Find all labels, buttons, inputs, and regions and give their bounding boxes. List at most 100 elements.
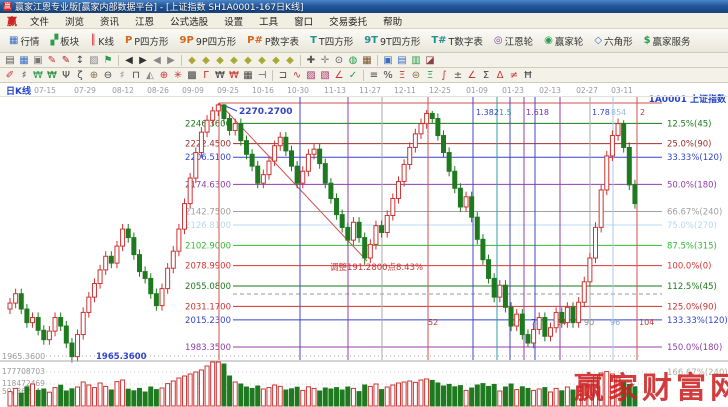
draw-tool-icon-37[interactable]: ≠ [507,69,521,82]
draw-tool-icon-24[interactable]: ∠ [332,69,346,82]
menu-item-0[interactable]: 文件 [22,13,57,29]
draw-tool-icon-4[interactable]: Ψ [59,69,73,82]
menu-item-7[interactable]: 窗口 [286,13,321,29]
draw-tool-icon-4[interactable]: ✎ [59,54,73,67]
draw-tool-icon-32[interactable]: ∫ [437,69,451,82]
menu-item-5[interactable]: 设置 [216,13,251,29]
draw-tool-icon-3[interactable]: ₩ [45,69,59,82]
draw-tool-icon-26[interactable]: ◍ [346,54,360,67]
draw-tool-icon-19[interactable]: ◆ [255,54,269,67]
menu-item-8[interactable]: 交易委托 [321,13,375,29]
draw-tool-icon-12[interactable]: ▶ [164,54,178,67]
draw-tool-icon-11[interactable]: ◀ [150,54,164,67]
draw-tool-icon-14[interactable]: ◆ [185,54,199,67]
draw-tool-icon-13[interactable]: ▩ [185,69,199,82]
draw-tool-icon-20[interactable]: ◆ [269,54,283,67]
draw-tool-icon-30[interactable]: ⊜ [409,69,423,82]
draw-tool-icon-36[interactable]: Δ [493,69,507,82]
toolbar-button-8[interactable]: T#T数字表 [426,31,488,51]
candle-body [458,188,462,207]
draw-tool-icon-2[interactable]: ₩ [31,69,45,82]
draw-tool-icon-27[interactable]: ≡ [367,69,381,82]
draw-tool-icon-16[interactable]: ◆ [213,54,227,67]
draw-tool-icon-34[interactable]: ∠ [465,69,479,82]
draw-tool-icon-2[interactable]: ▣ [31,54,45,67]
toolbar-button-6[interactable]: TT四方形 [305,31,358,51]
draw-tool-icon-32[interactable]: ◪ [423,54,437,67]
fib-ratio-label: 1.618 [526,108,549,117]
toolbar-button-11[interactable]: ◇六角形 [589,31,637,51]
draw-tool-icon-16[interactable]: ₩ [227,69,241,82]
draw-tool-icon-0[interactable]: ▤ [3,54,17,67]
volume-bar [548,392,552,406]
draw-tool-icon-1[interactable]: ♯ [17,69,31,82]
draw-tool-icon-10[interactable]: ▶ [136,54,150,67]
draw-tool-icon-18[interactable]: ⊣ [255,69,269,82]
draw-tool-icon-25[interactable]: ✓ [346,69,360,82]
window-titlebar[interactable]: 赢 赢家江恩专业版[赢家内部数据平台] - [上证指数 SH1A0001-167… [0,0,728,13]
menu-item-3[interactable]: 江恩 [127,13,162,29]
draw-tool-icon-6[interactable]: ⊕ [87,69,101,82]
draw-tool-icon-23[interactable]: ✚ [304,54,318,67]
draw-tool-icon-10[interactable]: ◭ [143,69,157,82]
draw-tool-icon-30[interactable]: ▤ [395,54,409,67]
draw-tool-icon-9[interactable]: ⊓ [129,69,143,82]
draw-tool-icon-31[interactable]: ▥ [409,54,423,67]
draw-tool-icon-20[interactable]: ⊐ [276,69,290,82]
volume-bar [14,388,18,406]
draw-tool-icon-8[interactable]: ♯ [115,69,129,82]
draw-tool-icon-7[interactable]: ⊖ [101,69,115,82]
menu-item-6[interactable]: 工具 [251,13,286,29]
candlestick-chart[interactable]: 07-1507-2908-1208-2609-0909-2510-1610-30… [0,83,728,407]
toolbar-button-7[interactable]: 9T9T四方形 [359,31,425,51]
toolbar-button-12[interactable]: $赢家服务 [639,31,696,51]
draw-tool-icon-15[interactable]: ₩ [213,69,227,82]
draw-tool-icon-1[interactable]: ▦ [17,54,31,67]
draw-tool-icon-28[interactable]: % [381,69,395,82]
draw-tool-icon-27[interactable]: ▦ [360,54,374,67]
draw-tool-icon-31[interactable]: Ξ [423,69,437,82]
draw-tool-icon-33[interactable]: ± [451,69,465,82]
draw-tool-icon-17[interactable]: ◆ [227,54,241,67]
draw-tool-icon-29[interactable]: ▣ [381,54,395,67]
volume-bar [509,384,513,406]
draw-tool-icon-23[interactable]: ▧ [318,69,332,82]
toolbar-button-4[interactable]: 9P9P四方形 [175,31,242,51]
date-tick-label: 01-23 [502,86,524,95]
draw-tool-icon-5[interactable]: ζ [73,69,87,82]
chart-area: 07-1507-2908-1208-2609-0909-2510-1610-30… [0,83,728,407]
menu-item-1[interactable]: 浏览 [57,13,92,29]
draw-tool-icon-5[interactable]: ↕ [73,54,87,67]
draw-tool-icon-14[interactable]: Γ [199,69,213,82]
draw-tool-icon-18[interactable]: ◆ [241,54,255,67]
draw-tool-icon-25[interactable]: ⊙ [332,54,346,67]
draw-tool-icon-6[interactable]: ▨ [87,54,101,67]
draw-tool-icon-22[interactable]: ▨ [304,69,318,82]
draw-tool-icon-17[interactable]: ▦ [241,69,255,82]
draw-tool-icon-24[interactable]: ✛ [318,54,332,67]
draw-tool-icon-35[interactable]: Σ [479,69,493,82]
toolbar-button-9[interactable]: ◎江恩轮 [489,31,538,51]
menu-item-4[interactable]: 公式选股 [162,13,216,29]
toolbar-button-10[interactable]: ◉赢家轮 [539,31,588,51]
draw-tool-icon-15[interactable]: ◆ [199,54,213,67]
toolbar-button-2[interactable]: ║K线 [85,31,119,51]
draw-tool-icon-3[interactable]: ✎ [45,54,59,67]
toolbar-button-0[interactable]: ▦行情 [4,31,44,51]
draw-tool-icon-11[interactable]: ⊕ [157,69,171,82]
draw-tool-icon-0[interactable]: ✐ [3,69,17,82]
draw-tool-icon-12[interactable]: ✳ [171,69,185,82]
menu-item-9[interactable]: 帮助 [375,13,410,29]
draw-tool-icon-29[interactable]: Ξ [395,69,409,82]
draw-tool-icon-7[interactable]: ⚑ [101,54,115,67]
candle-body [363,238,367,258]
toolbar-button-3[interactable]: PP四方形 [120,31,174,51]
toolbar-button-5[interactable]: P#P数字表 [242,31,304,51]
menu-item-2[interactable]: 资讯 [92,13,127,29]
draw-tool-icon-21[interactable]: ∿ [290,69,304,82]
candle-body [419,124,423,134]
draw-tool-icon-21[interactable]: ◆ [283,54,297,67]
toolbar-button-1[interactable]: ▞板块 [45,31,84,51]
draw-tool-icon-38[interactable]: Ħ [521,69,535,82]
draw-tool-icon-9[interactable]: ◀ [122,54,136,67]
